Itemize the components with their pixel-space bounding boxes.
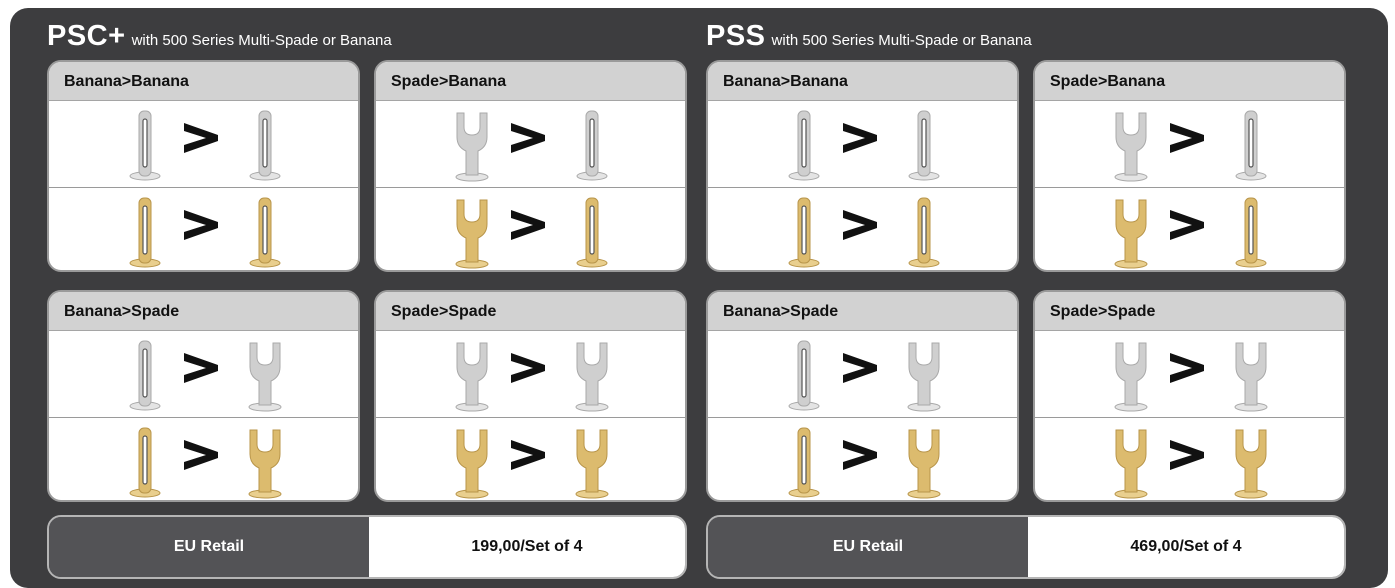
price-bar: EU Retail 199,00/Set of 4 — [47, 515, 687, 579]
arrow-right-icon — [1170, 210, 1204, 240]
section-subtitle: with 500 Series Multi-Spade or Banana — [771, 32, 1032, 49]
card-spade-to-banana: Spade>Banana — [1033, 60, 1346, 272]
silver-banana-icon — [115, 107, 175, 183]
silver-spade-icon — [1101, 337, 1161, 413]
gold-banana-icon — [235, 194, 295, 270]
gold-spade-icon — [235, 424, 295, 500]
price-value: 469,00/Set of 4 — [1028, 517, 1344, 577]
gold-row — [376, 418, 685, 500]
card-title: Spade>Banana — [376, 62, 685, 101]
silver-row — [376, 331, 685, 418]
arrow-right-icon — [184, 123, 218, 153]
silver-banana-icon — [235, 107, 295, 183]
silver-row — [49, 101, 358, 188]
card-title: Spade>Spade — [1035, 292, 1344, 331]
gold-row — [708, 188, 1017, 270]
silver-banana-icon — [1221, 107, 1281, 183]
gold-spade-icon — [442, 424, 502, 500]
gold-spade-icon — [1101, 424, 1161, 500]
card-title: Spade>Banana — [1035, 62, 1344, 101]
arrow-right-icon — [184, 353, 218, 383]
gold-spade-icon — [1101, 194, 1161, 270]
price-label: EU Retail — [708, 517, 1028, 577]
price-bar: EU Retail 469,00/Set of 4 — [706, 515, 1346, 579]
gold-spade-icon — [442, 194, 502, 270]
silver-spade-icon — [894, 337, 954, 413]
section-name: PSC+ — [47, 20, 126, 52]
gold-spade-icon — [562, 424, 622, 500]
card-spade-to-spade: Spade>Spade — [374, 290, 687, 502]
gold-row — [49, 418, 358, 500]
card-title: Banana>Spade — [708, 292, 1017, 331]
silver-spade-icon — [442, 107, 502, 183]
gold-banana-icon — [774, 424, 834, 500]
arrow-right-icon — [511, 353, 545, 383]
card-title: Spade>Spade — [376, 292, 685, 331]
silver-banana-icon — [115, 337, 175, 413]
arrow-right-icon — [1170, 353, 1204, 383]
card-spade-to-spade: Spade>Spade — [1033, 290, 1346, 502]
gold-row — [49, 188, 358, 270]
silver-row — [708, 101, 1017, 188]
gold-row — [1035, 188, 1344, 270]
arrow-right-icon — [511, 440, 545, 470]
section-title: PSS with 500 Series Multi-Spade or Banana — [706, 20, 1032, 53]
arrow-right-icon — [184, 210, 218, 240]
silver-row — [376, 101, 685, 188]
gold-banana-icon — [1221, 194, 1281, 270]
card-banana-to-banana: Banana>Banana — [47, 60, 360, 272]
section-subtitle: with 500 Series Multi-Spade or Banana — [131, 32, 392, 49]
silver-row — [708, 331, 1017, 418]
gold-banana-icon — [562, 194, 622, 270]
silver-banana-icon — [774, 337, 834, 413]
card-banana-to-banana: Banana>Banana — [706, 60, 1019, 272]
card-banana-to-spade: Banana>Spade — [47, 290, 360, 502]
price-label: EU Retail — [49, 517, 369, 577]
gold-row — [708, 418, 1017, 500]
silver-banana-icon — [562, 107, 622, 183]
silver-spade-icon — [1101, 107, 1161, 183]
arrow-right-icon — [1170, 440, 1204, 470]
arrow-right-icon — [843, 123, 877, 153]
silver-row — [49, 331, 358, 418]
silver-spade-icon — [1221, 337, 1281, 413]
arrow-right-icon — [843, 353, 877, 383]
arrow-right-icon — [843, 210, 877, 240]
card-title: Banana>Banana — [49, 62, 358, 101]
card-title: Banana>Banana — [708, 62, 1017, 101]
section-psc-plus: PSC+ with 500 Series Multi-Spade or Banan… — [47, 0, 697, 583]
section-name: PSS — [706, 20, 766, 52]
gold-banana-icon — [115, 424, 175, 500]
gold-banana-icon — [115, 194, 175, 270]
silver-spade-icon — [562, 337, 622, 413]
arrow-right-icon — [1170, 123, 1204, 153]
arrow-right-icon — [511, 123, 545, 153]
silver-row — [1035, 101, 1344, 188]
silver-spade-icon — [235, 337, 295, 413]
silver-banana-icon — [774, 107, 834, 183]
gold-row — [1035, 418, 1344, 500]
gold-spade-icon — [894, 424, 954, 500]
arrow-right-icon — [843, 440, 877, 470]
arrow-right-icon — [184, 440, 218, 470]
arrow-right-icon — [511, 210, 545, 240]
card-spade-to-banana: Spade>Banana — [374, 60, 687, 272]
gold-banana-icon — [774, 194, 834, 270]
silver-banana-icon — [894, 107, 954, 183]
section-title: PSC+ with 500 Series Multi-Spade or Banan… — [47, 20, 392, 53]
gold-spade-icon — [1221, 424, 1281, 500]
silver-row — [1035, 331, 1344, 418]
card-title: Banana>Spade — [49, 292, 358, 331]
card-banana-to-spade: Banana>Spade — [706, 290, 1019, 502]
section-pss: PSS with 500 Series Multi-Spade or Banana… — [706, 0, 1356, 583]
gold-banana-icon — [894, 194, 954, 270]
gold-row — [376, 188, 685, 270]
price-value: 199,00/Set of 4 — [369, 517, 685, 577]
silver-spade-icon — [442, 337, 502, 413]
